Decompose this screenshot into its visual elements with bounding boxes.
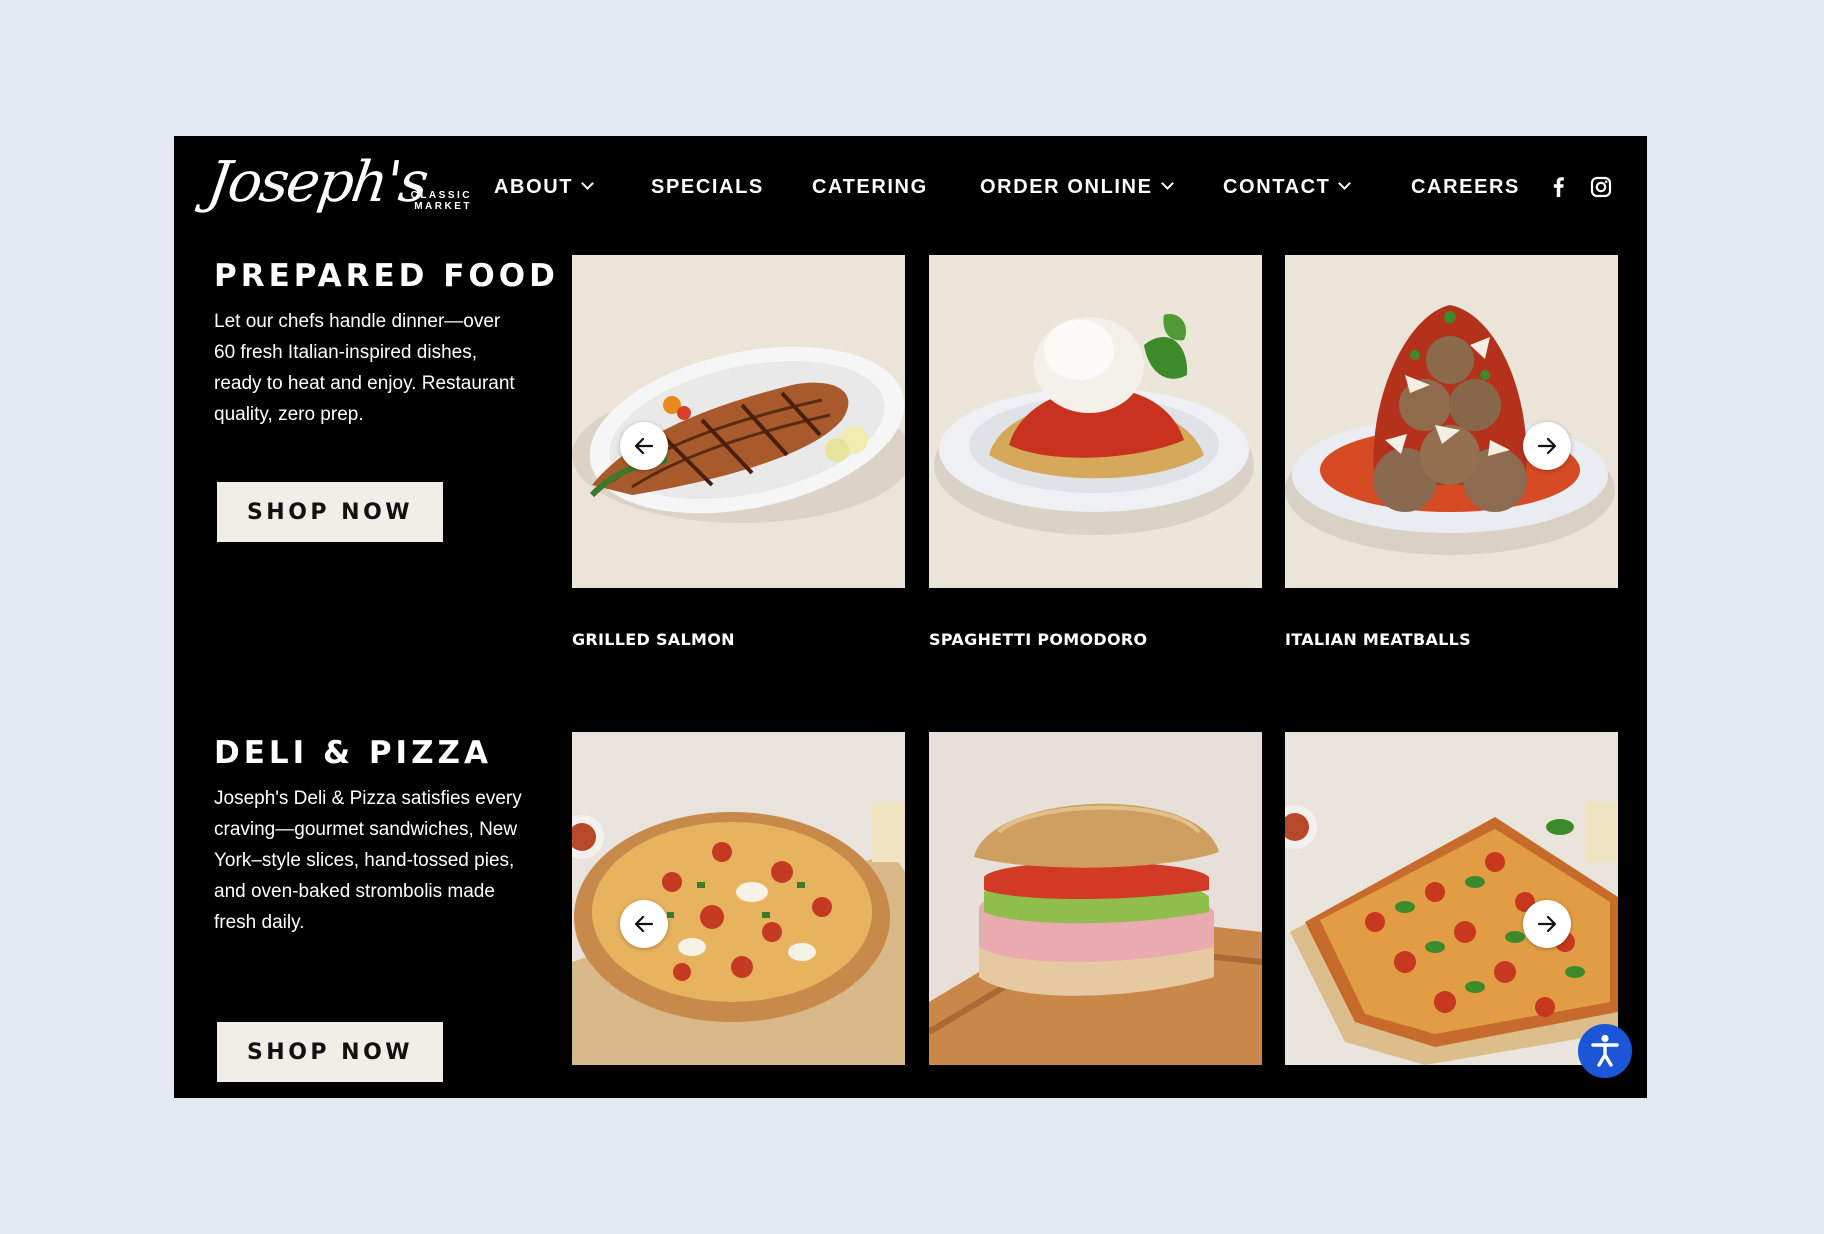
arrow-left-icon [634,437,654,455]
arrow-right-icon [1537,437,1557,455]
shop-now-button-prepared-food[interactable]: SHOP NOW [217,482,443,542]
nav-item-careers[interactable]: CAREERS [1411,172,1520,202]
nav-label: CAREERS [1411,176,1520,198]
carousel-prev-button[interactable] [620,422,668,470]
accessibility-button[interactable] [1578,1024,1632,1078]
arrow-right-icon [1537,915,1557,933]
item-label-italian-meatballs[interactable]: ITALIAN MEATBALLS [1285,630,1471,649]
nav-item-specials[interactable]: SPECIALS [651,172,764,202]
spaghetti-pomodoro-image[interactable] [929,255,1262,588]
nav-label: ORDER ONLINE [980,176,1153,198]
brand-subtitle-line1: CLASSIC [410,190,472,201]
italian-meatballs-image[interactable] [1285,255,1618,588]
nav-label: ABOUT [494,176,574,198]
section-description-deli-pizza: Joseph's Deli & Pizza satisfies every cr… [214,788,522,933]
deli-sandwich-image[interactable] [929,732,1262,1065]
item-label-spaghetti-pomodoro[interactable]: SPAGHETTI POMODORO [929,630,1147,649]
section-title-prepared-food: PREPARED FOOD [214,258,559,294]
brand-logo[interactable]: Joseph's CLASSIC MARKET [203,148,469,228]
nav-item-order-online[interactable]: ORDER ONLINE [980,172,1174,202]
accessibility-icon [1591,1034,1619,1067]
facebook-icon[interactable] [1546,174,1572,200]
brand-script-name: Joseph's [203,150,431,215]
chevron-down-icon [1338,177,1352,190]
nav-item-about[interactable]: ABOUT [494,172,594,202]
carousel-next-button[interactable] [1523,900,1571,948]
chevron-down-icon [581,177,594,190]
instagram-icon[interactable] [1588,174,1614,200]
nav-label: CONTACT [1223,176,1331,198]
section-description-prepared-food: Let our chefs handle dinner—over 60 fres… [214,311,515,425]
round-pizza-image[interactable] [572,732,905,1065]
nav-label: CATERING [812,176,928,198]
carousel-prev-button[interactable] [620,900,668,948]
site-frame: Joseph's CLASSIC MARKET ABOUT SPECIALS C… [174,136,1647,1098]
item-label-grilled-salmon[interactable]: GRILLED SALMON [572,630,735,649]
chevron-down-icon [1160,177,1174,190]
grilled-salmon-image[interactable] [572,255,905,588]
nav-label: SPECIALS [651,176,764,198]
section-title-deli-pizza: DELI & PIZZA [214,735,493,771]
carousel-next-button[interactable] [1523,422,1571,470]
shop-now-button-deli-pizza[interactable]: SHOP NOW [217,1022,443,1082]
square-pizza-image[interactable] [1285,732,1618,1065]
nav-item-catering[interactable]: CATERING [812,172,928,202]
brand-subtitle-line2: MARKET [414,201,472,212]
nav-item-contact[interactable]: CONTACT [1223,172,1352,202]
brand-subtitle: CLASSIC MARKET [404,190,472,212]
arrow-left-icon [634,915,654,933]
